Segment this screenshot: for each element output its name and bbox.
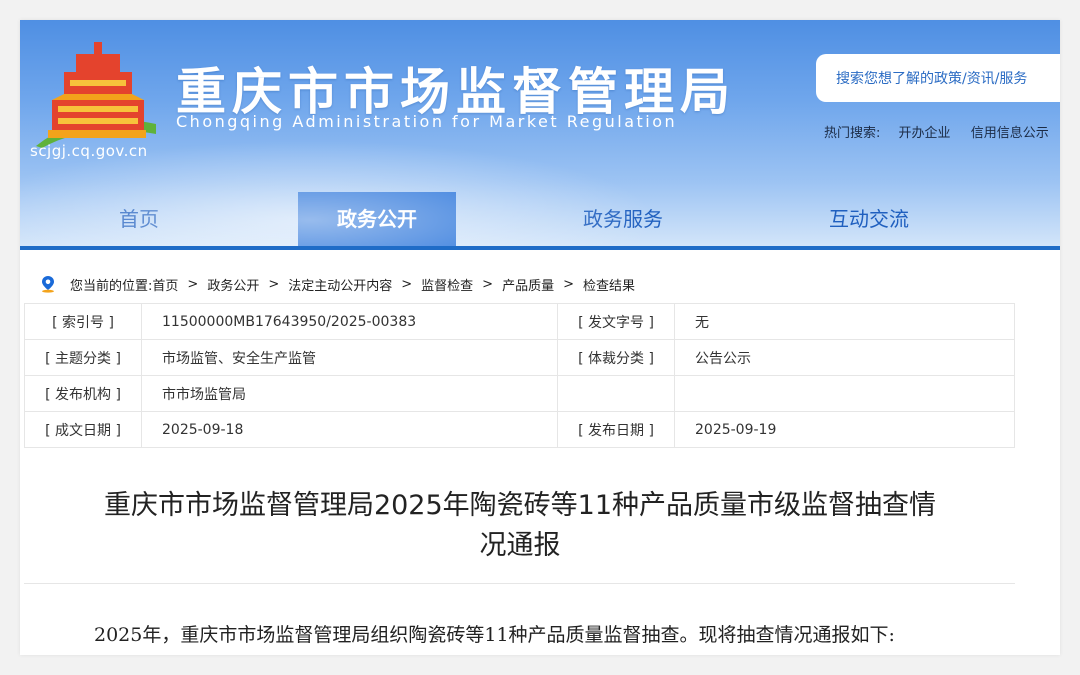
article-title-line-2: 况通报	[479, 530, 561, 561]
breadcrumb-separator: >	[268, 276, 280, 292]
breadcrumb: 您当前的位置: 首页 > 政务公开 > 法定主动公开内容 > 监督检查 > 产品…	[40, 274, 635, 294]
breadcrumb-item-results[interactable]: 检查结果	[583, 275, 635, 294]
article-title: 重庆市市场监督管理局2025年陶瓷砖等11种产品质量市级监督抽查情 况通报	[50, 486, 990, 566]
breadcrumb-item-gov-open[interactable]: 政务公开	[207, 275, 259, 294]
meta-doc-no-label: [ 发文字号 ]	[557, 303, 675, 340]
meta-topic-label: [ 主题分类 ]	[24, 339, 142, 376]
nav-item-gov-service[interactable]: 政务服务	[544, 192, 702, 246]
location-pin-icon	[42, 276, 54, 293]
site-domain: scjgj.cq.gov.cn	[30, 142, 148, 160]
site-header: scjgj.cq.gov.cn 重庆市市场监督管理局 Chongqing Adm…	[20, 20, 1060, 250]
meta-index-value: 11500000MB17643950/2025-00383	[141, 303, 558, 340]
breadcrumb-item-inspection[interactable]: 监督检查	[421, 275, 473, 294]
nav-item-home[interactable]: 首页	[60, 192, 218, 246]
meta-row: [ 成文日期 ] 2025-09-18 [ 发布日期 ] 2025-09-19	[24, 411, 1015, 448]
breadcrumb-item-statutory[interactable]: 法定主动公开内容	[288, 275, 392, 294]
meta-org-value: 市市场监管局	[141, 375, 558, 412]
nav-item-gov-open[interactable]: 政务公开	[298, 192, 456, 250]
document-meta-table: [ 索引号 ] 11500000MB17643950/2025-00383 [ …	[24, 303, 1015, 448]
meta-row: [ 发布机构 ] 市市场监管局	[24, 375, 1015, 412]
meta-empty-cell	[557, 375, 675, 412]
breadcrumb-item-product-quality[interactable]: 产品质量	[502, 275, 554, 294]
meta-doc-no-value: 无	[674, 303, 1015, 340]
breadcrumb-separator: >	[482, 276, 494, 292]
hot-search: 热门搜索: 开办企业 信用信息公示	[824, 122, 1060, 141]
hot-search-item-credit[interactable]: 信用信息公示	[971, 126, 1049, 141]
article-intro: 2025年，重庆市市场监督管理局组织陶瓷砖等11种产品质量监督抽查。现将抽查情况…	[94, 624, 895, 646]
hot-search-item-kaiban[interactable]: 开办企业	[899, 126, 951, 141]
main-nav: 首页 政务公开 政务服务 互动交流	[20, 192, 1060, 250]
meta-genre-value: 公告公示	[674, 339, 1015, 376]
hot-search-label: 热门搜索:	[824, 126, 881, 141]
nav-underline	[20, 246, 1060, 250]
breadcrumb-separator: >	[187, 276, 199, 292]
meta-created-label: [ 成文日期 ]	[24, 411, 142, 448]
breadcrumb-item-home[interactable]: 首页	[152, 275, 178, 294]
meta-genre-label: [ 体裁分类 ]	[557, 339, 675, 376]
meta-org-label: [ 发布机构 ]	[24, 375, 142, 412]
meta-created-value: 2025-09-18	[141, 411, 558, 448]
site-subtitle: Chongqing Administration for Market Regu…	[176, 112, 678, 131]
breadcrumb-separator: >	[401, 276, 413, 292]
breadcrumb-separator: >	[563, 276, 574, 292]
meta-row: [ 索引号 ] 11500000MB17643950/2025-00383 [ …	[24, 303, 1015, 340]
page-frame: scjgj.cq.gov.cn 重庆市市场监督管理局 Chongqing Adm…	[20, 20, 1060, 655]
search-input[interactable]	[834, 66, 1058, 92]
breadcrumb-label: 您当前的位置:	[70, 278, 153, 294]
meta-topic-value: 市场监管、安全生产监管	[141, 339, 558, 376]
nav-item-interaction[interactable]: 互动交流	[790, 192, 948, 246]
meta-row: [ 主题分类 ] 市场监管、安全生产监管 [ 体裁分类 ] 公告公示	[24, 339, 1015, 376]
meta-index-label: [ 索引号 ]	[24, 303, 142, 340]
title-divider	[24, 583, 1015, 584]
meta-published-label: [ 发布日期 ]	[557, 411, 675, 448]
meta-published-value: 2025-09-19	[674, 411, 1015, 448]
search-box	[816, 54, 1060, 102]
site-logo[interactable]	[28, 38, 158, 148]
article-title-line-1: 重庆市市场监督管理局2025年陶瓷砖等11种产品质量市级监督抽查情	[103, 490, 937, 521]
meta-empty-cell	[674, 375, 1015, 412]
